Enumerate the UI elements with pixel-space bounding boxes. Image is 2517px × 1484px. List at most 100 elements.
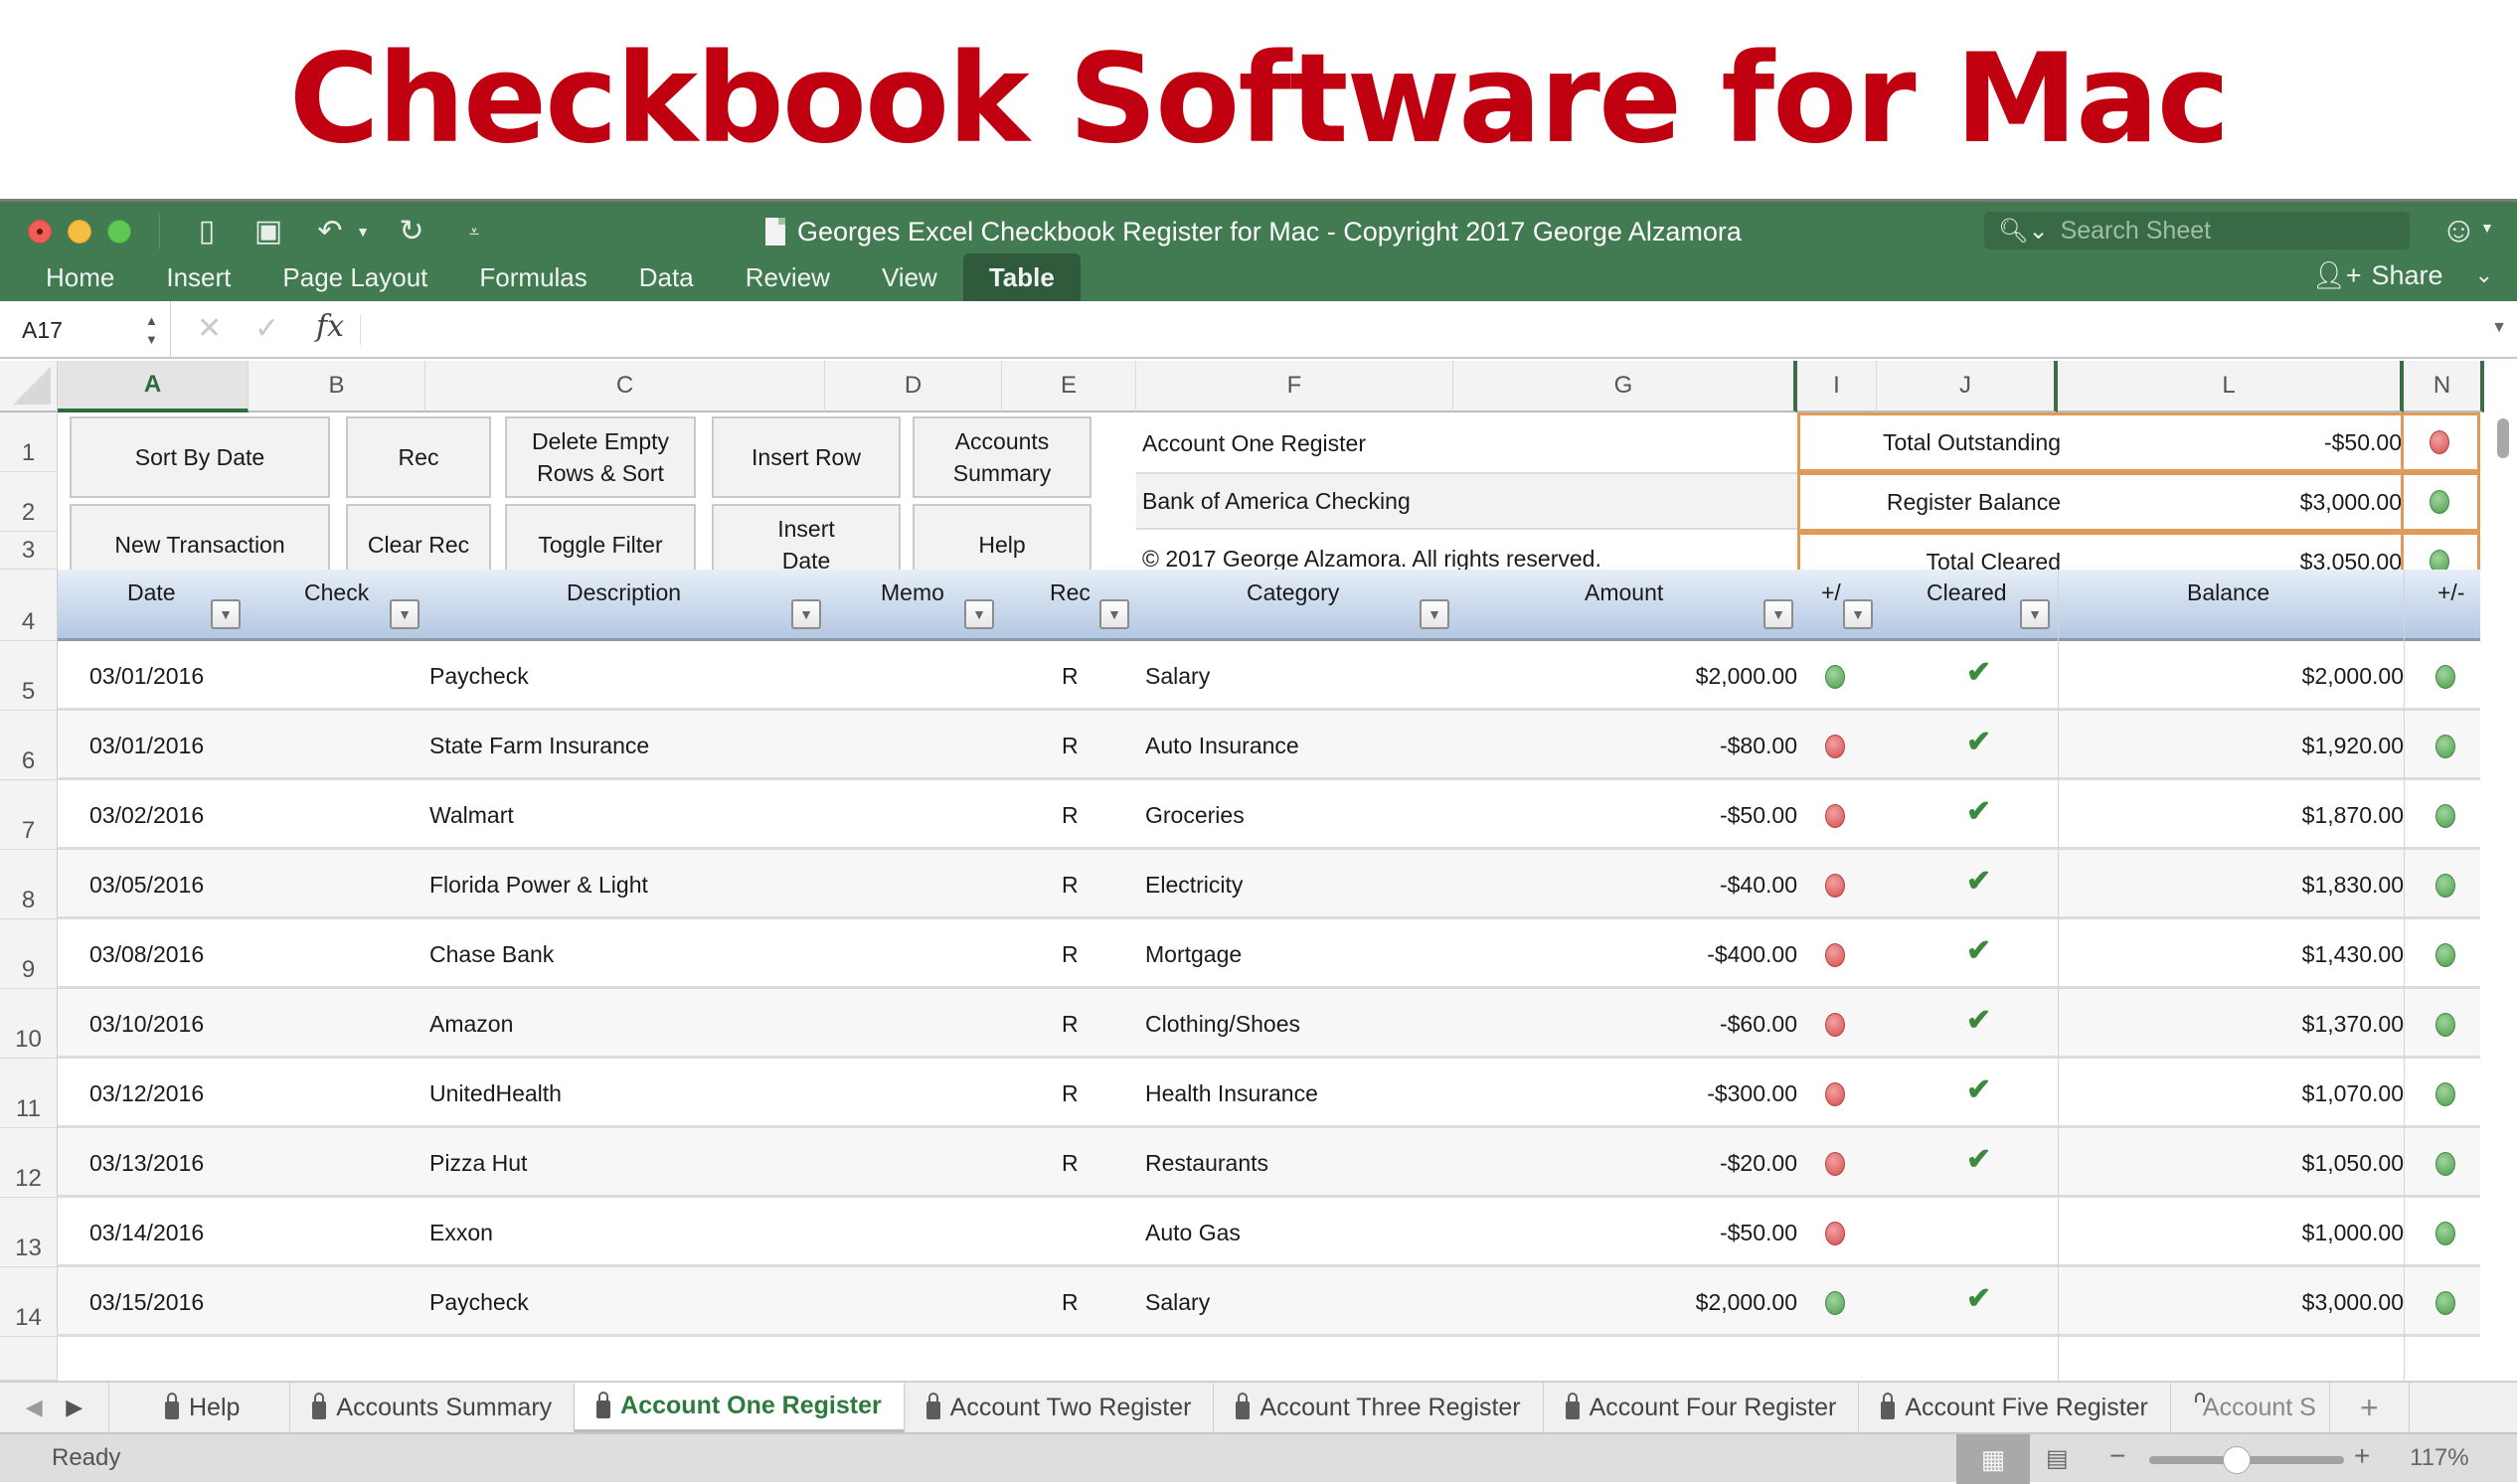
cell-memo[interactable] (833, 989, 992, 1059)
feedback-dropdown-icon[interactable]: ▼ (2480, 220, 2494, 236)
cell-balance[interactable]: $1,370.00 (2066, 989, 2404, 1059)
row-header-7[interactable]: 7 (0, 780, 58, 850)
table-row[interactable]: 03/01/2016 Paycheck R Salary $2,000.00 $2,000… (58, 641, 2480, 711)
cell-memo[interactable] (833, 1198, 992, 1267)
delete-empty-rows-sort-button[interactable]: Delete Empty Rows & Sort (505, 416, 696, 498)
cell-date[interactable]: 03/01/2016 (89, 641, 268, 711)
cell-check[interactable] (256, 1128, 416, 1198)
minimize-window-button[interactable] (68, 220, 91, 244)
table-row[interactable]: 03/13/2016 Pizza Hut R Restaurants -$20.00 $1… (58, 1128, 2480, 1198)
cell-amount[interactable]: -$300.00 (1489, 1059, 1797, 1128)
sheet-tab-account-three-register[interactable]: Account Three Register (1214, 1383, 1544, 1432)
cell-rec[interactable]: R (1062, 711, 1101, 780)
cell-category[interactable]: Groceries (1145, 780, 1443, 850)
cell-rec[interactable]: R (1062, 641, 1101, 711)
cell-category[interactable]: Auto Insurance (1145, 711, 1443, 780)
cell-check[interactable] (256, 850, 416, 919)
cell-category[interactable]: Clothing/Shoes (1145, 989, 1443, 1059)
cell-date[interactable]: 03/14/2016 (89, 1198, 268, 1267)
share-button[interactable]: 👤︎+ Share ⌄ (2311, 259, 2493, 291)
sort-by-date-button[interactable]: Sort By Date (70, 416, 330, 498)
cell-memo[interactable] (833, 919, 992, 989)
rec-button[interactable]: Rec (346, 416, 491, 498)
cell-balance[interactable]: $2,000.00 (2066, 641, 2404, 711)
cell-rec[interactable]: R (1062, 850, 1101, 919)
cell-rec[interactable]: R (1062, 1128, 1101, 1198)
prev-sheet-icon[interactable]: ◀ (26, 1395, 43, 1420)
table-row[interactable]: 03/15/2016 Paycheck R Salary $2,000.00 $3,000… (58, 1267, 2480, 1337)
cell-check[interactable] (256, 1267, 416, 1337)
column-header-e[interactable]: E (1002, 361, 1136, 412)
cell-description[interactable]: Pizza Hut (429, 1128, 867, 1198)
row-header-5[interactable]: 5 (0, 641, 58, 711)
cell-description[interactable]: Paycheck (429, 641, 867, 711)
cell-category[interactable]: Mortgage (1145, 919, 1443, 989)
cancel-formula-icon[interactable]: ✕ (197, 311, 222, 346)
column-header-l[interactable]: L (2058, 361, 2404, 412)
accounts-summary-button[interactable]: Accounts Summary (913, 416, 1091, 498)
cell-amount[interactable]: -$40.00 (1489, 850, 1797, 919)
zoom-out-icon[interactable]: − (2109, 1440, 2125, 1472)
column-header-b[interactable]: B (249, 361, 425, 412)
ribbon-tab-review[interactable]: Review (720, 253, 856, 301)
cell-check[interactable] (256, 1059, 416, 1128)
column-header-f[interactable]: F (1136, 361, 1453, 412)
table-row[interactable]: 03/01/2016 State Farm Insurance R Auto Insu… (58, 711, 2480, 780)
search-sheet-field[interactable]: 🔍︎⌄ Search Sheet (1984, 212, 2410, 249)
sheet-tab-account-one-register[interactable]: Account One Register (575, 1383, 905, 1432)
ribbon-tab-table[interactable]: Table (962, 253, 1081, 301)
filter-amount-dropdown-icon[interactable]: ▼ (1763, 599, 1793, 629)
close-window-button[interactable] (28, 220, 52, 244)
cell-category[interactable]: Salary (1145, 641, 1443, 711)
zoom-slider-thumb[interactable] (2223, 1446, 2252, 1474)
cell-rec[interactable]: R (1062, 780, 1101, 850)
cell-rec[interactable]: R (1062, 919, 1101, 989)
ribbon-collapse-chevron-icon[interactable]: ⌄ (2475, 262, 2493, 288)
cell-balance[interactable]: $1,050.00 (2066, 1128, 2404, 1198)
table-row[interactable]: 03/12/2016 UnitedHealth R Health Insurance -… (58, 1059, 2480, 1128)
cell-date[interactable]: 03/01/2016 (89, 711, 268, 780)
cell-balance[interactable]: $1,920.00 (2066, 711, 2404, 780)
ribbon-tab-insert[interactable]: Insert (140, 253, 256, 301)
cell-check[interactable] (256, 989, 416, 1059)
cell-memo[interactable] (833, 1267, 992, 1337)
cell-amount[interactable]: $2,000.00 (1489, 641, 1797, 711)
cell-category[interactable]: Auto Gas (1145, 1198, 1443, 1267)
row-header-11[interactable]: 11 (0, 1059, 58, 1128)
cell-amount[interactable]: -$80.00 (1489, 711, 1797, 780)
cell-amount[interactable]: -$20.00 (1489, 1128, 1797, 1198)
row-header-15[interactable] (0, 1337, 58, 1381)
filter-memo-dropdown-icon[interactable]: ▼ (964, 599, 994, 629)
sheet-tab-accounts-summary[interactable]: Accounts Summary (290, 1383, 576, 1432)
filter-category-dropdown-icon[interactable]: ▼ (1420, 599, 1449, 629)
cell-check[interactable] (256, 641, 416, 711)
cell-balance[interactable]: $1,830.00 (2066, 850, 2404, 919)
filter-description-dropdown-icon[interactable]: ▼ (791, 599, 821, 629)
ribbon-tab-view[interactable]: View (856, 253, 963, 301)
cell-memo[interactable] (833, 1128, 992, 1198)
row-header-10[interactable]: 10 (0, 989, 58, 1059)
sheet-tab-account-five-register[interactable]: Account Five Register (1859, 1383, 2171, 1432)
filter-rec-dropdown-icon[interactable]: ▼ (1099, 599, 1129, 629)
normal-view-icon[interactable]: ▦ (1956, 1434, 2030, 1484)
cell-balance[interactable]: $3,000.00 (2066, 1267, 2404, 1337)
customize-toolbar-icon[interactable]: ⩡ (461, 214, 487, 249)
undo-dropdown-icon[interactable]: ▼ (354, 214, 372, 249)
filter-sign-dropdown-icon[interactable]: ▼ (1843, 599, 1873, 629)
cell-memo[interactable] (833, 780, 992, 850)
cell-category[interactable]: Restaurants (1145, 1128, 1443, 1198)
table-row[interactable]: 03/05/2016 Florida Power & Light R Electric… (58, 850, 2480, 919)
cell-memo[interactable] (833, 641, 992, 711)
ribbon-tab-home[interactable]: Home (28, 253, 140, 301)
ribbon-tab-page-layout[interactable]: Page Layout (256, 253, 453, 301)
cell-date[interactable]: 03/05/2016 (89, 850, 268, 919)
cell-date[interactable]: 03/13/2016 (89, 1128, 268, 1198)
cell-rec[interactable]: R (1062, 1059, 1101, 1128)
row-header-13[interactable]: 13 (0, 1198, 58, 1267)
table-row[interactable]: 03/02/2016 Walmart R Groceries -$50.00 $1,870… (58, 780, 2480, 850)
worksheet-grid[interactable]: A B C D E F G I J L N 1 2 3 4 5 6 7 8 9 … (0, 361, 2517, 1381)
cell-description[interactable]: Amazon (429, 989, 867, 1059)
column-header-g[interactable]: G (1453, 361, 1797, 412)
cell-date[interactable]: 03/10/2016 (89, 989, 268, 1059)
table-row[interactable]: 03/10/2016 Amazon R Clothing/Shoes -$60.00 $1… (58, 989, 2480, 1059)
